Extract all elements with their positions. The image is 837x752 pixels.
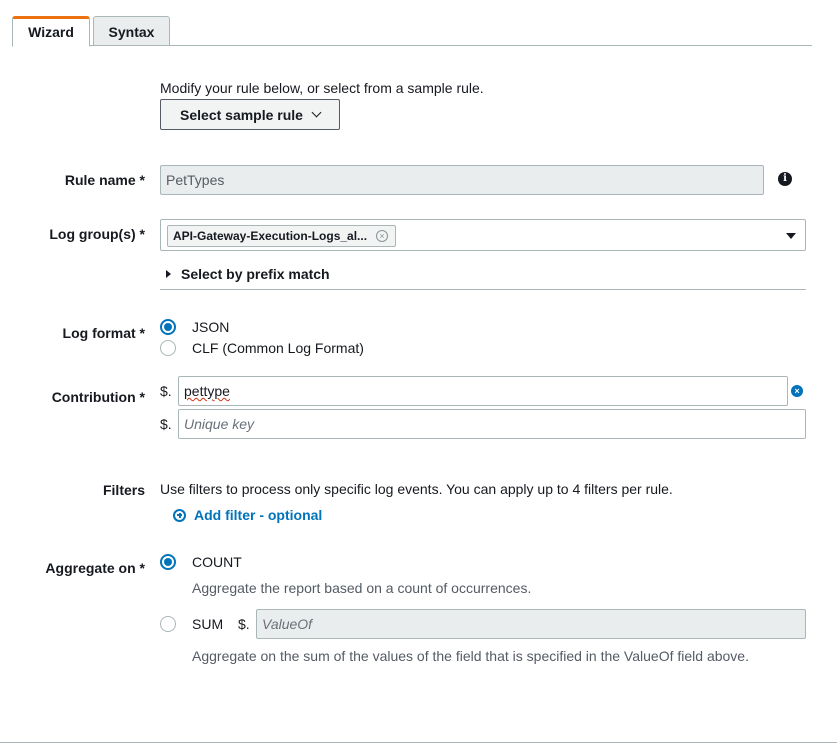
log-group-token: API-Gateway-Execution-Logs_al... ×	[167, 225, 396, 247]
log-groups-label: Log group(s) *	[49, 226, 145, 242]
intro-text: Modify your rule below, or select from a…	[160, 80, 484, 96]
count-description: Aggregate the report based on a count of…	[192, 580, 532, 596]
prefix-match-label: Select by prefix match	[181, 266, 330, 282]
divider	[160, 289, 806, 290]
info-icon[interactable]: i	[778, 172, 792, 186]
caret-down-icon[interactable]	[786, 233, 796, 239]
radio-clf[interactable]	[160, 340, 176, 356]
contribution-label: Contribution *	[51, 389, 145, 405]
sum-prefix: $.	[238, 616, 250, 632]
add-filter-label: Add filter - optional	[194, 507, 323, 523]
rule-name-value: PetTypes	[166, 172, 225, 188]
bottom-divider	[0, 742, 837, 743]
remove-token-icon[interactable]: ×	[376, 230, 388, 242]
radio-count[interactable]	[160, 554, 176, 570]
contribution-key-value: pettype	[184, 383, 230, 399]
unique-key-input[interactable]: Unique key	[178, 409, 806, 439]
sum-valueof-input[interactable]: ValueOf	[256, 609, 806, 639]
sum-valueof-placeholder: ValueOf	[262, 616, 313, 632]
contribution-key-input[interactable]: pettype	[178, 376, 788, 406]
contribution-prefix-1: $.	[160, 383, 172, 399]
plus-circle-icon	[173, 508, 186, 522]
prefix-match-toggle[interactable]: Select by prefix match	[166, 266, 330, 282]
unique-key-placeholder: Unique key	[184, 416, 255, 432]
contribution-prefix-2: $.	[160, 416, 172, 432]
add-filter-link[interactable]: Add filter - optional	[173, 507, 322, 523]
tab-bar: Wizard Syntax	[12, 16, 812, 47]
radio-json-label: JSON	[192, 319, 230, 335]
radio-json[interactable]	[160, 319, 176, 335]
rule-name-field[interactable]: PetTypes	[160, 165, 764, 195]
select-sample-rule-label: Select sample rule	[180, 106, 303, 123]
log-group-token-label: API-Gateway-Execution-Logs_al...	[173, 229, 368, 243]
radio-sum-label: SUM	[192, 616, 224, 632]
chevron-down-icon	[311, 107, 322, 118]
radio-count-label: COUNT	[192, 554, 242, 570]
filters-description: Use filters to process only specific log…	[160, 481, 673, 497]
aggregate-label: Aggregate on *	[45, 560, 145, 576]
filters-label: Filters	[102, 482, 145, 498]
rule-name-label: Rule name *	[64, 172, 145, 188]
sum-description: Aggregate on the sum of the values of th…	[192, 648, 749, 664]
tab-syntax[interactable]: Syntax	[93, 16, 170, 46]
tab-wizard[interactable]: Wizard	[12, 16, 90, 47]
caret-right-icon	[166, 270, 171, 278]
log-format-label: Log format *	[62, 325, 145, 341]
radio-clf-label: CLF (Common Log Format)	[192, 340, 364, 356]
log-groups-select[interactable]: API-Gateway-Execution-Logs_al... ×	[160, 219, 806, 251]
clear-icon[interactable]: ×	[791, 385, 803, 397]
radio-sum[interactable]	[160, 616, 176, 632]
select-sample-rule-button[interactable]: Select sample rule	[160, 99, 340, 130]
